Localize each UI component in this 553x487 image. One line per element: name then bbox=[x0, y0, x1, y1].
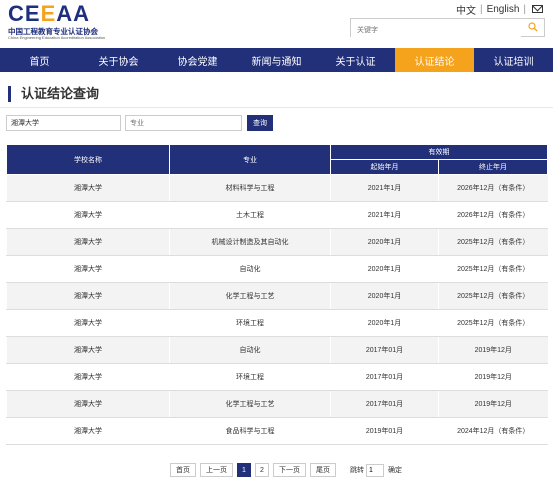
header-validity: 有效期 bbox=[330, 144, 548, 160]
last-page-button[interactable]: 尾页 bbox=[310, 463, 336, 477]
logo-english-name: China Engineering Education Accreditatio… bbox=[8, 35, 106, 40]
school-filter-input[interactable] bbox=[6, 115, 121, 131]
lang-divider-2: | bbox=[523, 3, 526, 15]
nav-item-training[interactable]: 认证培训 bbox=[474, 48, 553, 72]
table-row: 湘潭大学 环境工程 2020年1月 2025年12月（有条件） bbox=[6, 309, 548, 337]
header-major: 专业 bbox=[169, 144, 331, 175]
cell-end: 2025年12月（有条件） bbox=[438, 282, 548, 310]
logo-mark: CEEAA bbox=[8, 1, 91, 26]
cell-end: 2019年12月 bbox=[438, 390, 548, 418]
main-nav: 首页 关于协会 协会党建 新闻与通知 关于认证 认证结论 认证培训 bbox=[0, 48, 553, 72]
table-row: 湘潭大学 自动化 2020年1月 2025年12月（有条件） bbox=[6, 255, 548, 283]
cell-start: 2020年1月 bbox=[330, 228, 439, 256]
table-row: 湘潭大学 材料科学与工程 2021年1月 2026年12月（有条件） bbox=[6, 174, 548, 202]
ceeaa-logo[interactable]: CEEAA 中国工程教育专业认证协会 China Engineering Edu… bbox=[8, 3, 118, 41]
jump-confirm-button[interactable]: 确定 bbox=[388, 465, 402, 475]
cell-school: 湘潭大学 bbox=[6, 336, 170, 364]
cell-school: 湘潭大学 bbox=[6, 228, 170, 256]
cell-major: 环境工程 bbox=[169, 363, 331, 391]
page-button-1[interactable]: 1 bbox=[237, 463, 251, 477]
cell-major: 化学工程与工艺 bbox=[169, 390, 331, 418]
header-school: 学校名称 bbox=[6, 144, 170, 175]
nav-item-party-building[interactable]: 协会党建 bbox=[158, 48, 237, 72]
cell-end: 2025年12月（有条件） bbox=[438, 309, 548, 337]
cell-start: 2021年1月 bbox=[330, 201, 439, 229]
nav-item-about-association[interactable]: 关于协会 bbox=[79, 48, 158, 72]
cell-school: 湘潭大学 bbox=[6, 363, 170, 391]
page-title: 认证结论查询 bbox=[8, 86, 99, 102]
cell-start: 2020年1月 bbox=[330, 309, 439, 337]
table-row: 湘潭大学 自动化 2017年01月 2019年12月 bbox=[6, 336, 548, 364]
prev-page-button[interactable]: 上一页 bbox=[200, 463, 233, 477]
cell-school: 湘潭大学 bbox=[6, 309, 170, 337]
cell-major: 环境工程 bbox=[169, 309, 331, 337]
nav-item-news[interactable]: 新闻与通知 bbox=[237, 48, 316, 72]
table-row: 湘潭大学 环境工程 2017年01月 2019年12月 bbox=[6, 363, 548, 391]
cell-major: 食品科学与工程 bbox=[169, 417, 331, 445]
cell-end: 2025年12月（有条件） bbox=[438, 255, 548, 283]
cell-major: 机械设计制造及其自动化 bbox=[169, 228, 331, 256]
lang-zh-link[interactable]: 中文 bbox=[456, 2, 476, 17]
cell-start: 2017年01月 bbox=[330, 336, 439, 364]
cell-school: 湘潭大学 bbox=[6, 201, 170, 229]
cell-end: 2025年12月（有条件） bbox=[438, 228, 548, 256]
cell-school: 湘潭大学 bbox=[6, 390, 170, 418]
cell-start: 2021年1月 bbox=[330, 174, 439, 202]
cell-major: 自动化 bbox=[169, 255, 331, 283]
cell-major: 材料科学与工程 bbox=[169, 174, 331, 202]
cell-school: 湘潭大学 bbox=[6, 255, 170, 283]
table-row: 湘潭大学 土木工程 2021年1月 2026年12月（有条件） bbox=[6, 201, 548, 229]
cell-end: 2026年12月（有条件） bbox=[438, 174, 548, 202]
pagination: 首页 上一页 1 2 下一页 尾页 跳转 确定 bbox=[170, 463, 402, 477]
table-row: 湘潭大学 化学工程与工艺 2017年01月 2019年12月 bbox=[6, 390, 548, 418]
cell-end: 2019年12月 bbox=[438, 336, 548, 364]
language-switcher: 中文 | English | bbox=[456, 2, 543, 17]
results-table: 学校名称 专业 有效期 起始年月 终止年月 湘潭大学 材料科学与工程 2021年… bbox=[6, 144, 548, 445]
search-box bbox=[350, 18, 545, 39]
cell-major: 化学工程与工艺 bbox=[169, 282, 331, 310]
table-row: 湘潭大学 机械设计制造及其自动化 2020年1月 2025年12月（有条件） bbox=[6, 228, 548, 256]
header: CEEAA 中国工程教育专业认证协会 China Engineering Edu… bbox=[0, 0, 553, 46]
table-row: 湘潭大学 化学工程与工艺 2020年1月 2025年12月（有条件） bbox=[6, 282, 548, 310]
page-button-2[interactable]: 2 bbox=[255, 463, 269, 477]
cell-school: 湘潭大学 bbox=[6, 174, 170, 202]
query-button[interactable]: 查询 bbox=[247, 115, 273, 131]
search-icon[interactable] bbox=[528, 22, 538, 32]
cell-start: 2020年1月 bbox=[330, 255, 439, 283]
cell-end: 2024年12月（有条件） bbox=[438, 417, 548, 445]
table-row: 湘潭大学 食品科学与工程 2019年01月 2024年12月（有条件） bbox=[6, 417, 548, 445]
cell-school: 湘潭大学 bbox=[6, 417, 170, 445]
jump-page-input[interactable] bbox=[366, 463, 384, 477]
major-filter-input[interactable] bbox=[125, 115, 242, 131]
cell-end: 2019年12月 bbox=[438, 363, 548, 391]
nav-item-home[interactable]: 首页 bbox=[0, 48, 79, 72]
cell-major: 自动化 bbox=[169, 336, 331, 364]
nav-item-about-accreditation[interactable]: 关于认证 bbox=[316, 48, 395, 72]
cell-start: 2019年01月 bbox=[330, 417, 439, 445]
cell-end: 2026年12月（有条件） bbox=[438, 201, 548, 229]
cell-start: 2017年01月 bbox=[330, 390, 439, 418]
cell-start: 2017年01月 bbox=[330, 363, 439, 391]
first-page-button[interactable]: 首页 bbox=[170, 463, 196, 477]
search-input[interactable] bbox=[351, 22, 521, 39]
cell-major: 土木工程 bbox=[169, 201, 331, 229]
title-divider bbox=[0, 107, 553, 108]
header-start: 起始年月 bbox=[330, 159, 439, 175]
cell-school: 湘潭大学 bbox=[6, 282, 170, 310]
jump-label: 跳转 bbox=[350, 467, 364, 474]
lang-en-link[interactable]: English bbox=[487, 4, 520, 15]
cell-start: 2020年1月 bbox=[330, 282, 439, 310]
header-end: 终止年月 bbox=[438, 159, 548, 175]
nav-item-accreditation-results[interactable]: 认证结论 bbox=[395, 48, 474, 72]
lang-divider: | bbox=[479, 3, 483, 15]
next-page-button[interactable]: 下一页 bbox=[273, 463, 306, 477]
mail-icon[interactable] bbox=[532, 5, 543, 13]
